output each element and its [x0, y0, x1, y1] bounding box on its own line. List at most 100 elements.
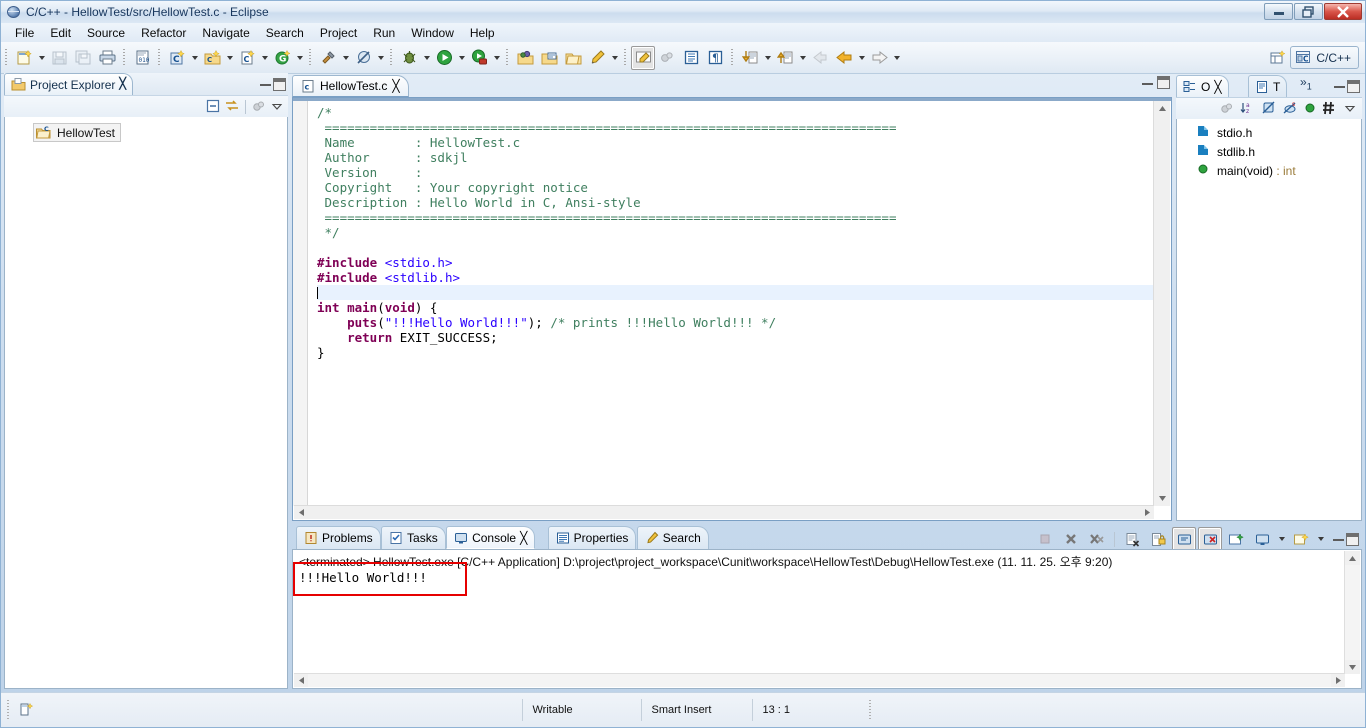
- new-c-folder-dropdown-icon[interactable]: [224, 47, 235, 69]
- show-whitespace-icon[interactable]: [679, 46, 703, 70]
- next-annotation-icon[interactable]: [738, 46, 762, 70]
- new-console-icon[interactable]: [1289, 527, 1313, 551]
- scroll-down-button[interactable]: [1154, 491, 1170, 506]
- external-tools-icon[interactable]: [467, 46, 491, 70]
- tab-hellowtest-c[interactable]: c HellowTest.c ╳: [292, 75, 409, 97]
- scroll-lock-icon[interactable]: [1146, 527, 1170, 551]
- scroll-left-button[interactable]: [294, 506, 308, 519]
- open-resource-icon[interactable]: [561, 46, 585, 70]
- next-annotation-dropdown-icon[interactable]: [762, 47, 773, 69]
- open-console-icon[interactable]: [1224, 527, 1248, 551]
- save-all-icon[interactable]: [71, 46, 95, 70]
- toolbar-grip[interactable]: [622, 47, 629, 69]
- hide-functions-icon[interactable]: [1303, 101, 1317, 118]
- view-menu-icon[interactable]: [251, 98, 267, 117]
- debug-dropdown-icon[interactable]: [421, 47, 432, 69]
- console-view-dropdown-icon[interactable]: [1276, 528, 1287, 550]
- tab-outline[interactable]: O ╳: [1176, 75, 1229, 97]
- menu-file[interactable]: File: [7, 24, 42, 42]
- menu-project[interactable]: Project: [312, 24, 365, 42]
- console-body[interactable]: <terminated> HellowTest.exe [C/C++ Appli…: [292, 549, 1362, 689]
- collapse-all-icon[interactable]: [205, 98, 221, 117]
- save-icon[interactable]: [47, 46, 71, 70]
- menu-run[interactable]: Run: [365, 24, 403, 42]
- build-hammer-icon[interactable]: [316, 46, 340, 70]
- tab-project-explorer[interactable]: Project Explorer ╳: [4, 73, 133, 95]
- tab-problems[interactable]: Problems: [296, 526, 381, 549]
- clean-dropdown-icon[interactable]: [375, 47, 386, 69]
- minimize-icon[interactable]: [1142, 81, 1153, 85]
- outline-item[interactable]: stdio.h: [1177, 123, 1361, 142]
- close-icon[interactable]: ╳: [119, 79, 126, 90]
- menu-refactor[interactable]: Refactor: [133, 24, 194, 42]
- close-icon[interactable]: ╳: [392, 79, 399, 93]
- menu-edit[interactable]: Edit: [42, 24, 79, 42]
- terminate-icon[interactable]: [1033, 527, 1057, 551]
- outline-tree[interactable]: stdio.h stdlib.h main(void) : int: [1176, 119, 1362, 521]
- pin-console-icon[interactable]: [1172, 527, 1196, 551]
- tab-console[interactable]: Console ╳: [446, 526, 536, 549]
- debug-bug-icon[interactable]: [397, 46, 421, 70]
- link-with-editor-icon[interactable]: [224, 98, 240, 117]
- editor-folding-ruler[interactable]: [308, 101, 316, 506]
- editor-annotation-ruler[interactable]: [293, 101, 308, 506]
- toggle-block-icon[interactable]: [655, 46, 679, 70]
- open-declaration-icon[interactable]: [537, 46, 561, 70]
- remove-launch-icon[interactable]: [1059, 527, 1083, 551]
- highlight-marker-icon[interactable]: [631, 45, 655, 70]
- scroll-right-button[interactable]: [1331, 674, 1345, 687]
- new-c-folder-icon[interactable]: C: [200, 46, 224, 70]
- window-minimize-button[interactable]: [1264, 3, 1293, 20]
- display-selected-console-icon[interactable]: [1198, 527, 1222, 551]
- toolbar-grip[interactable]: [388, 47, 395, 69]
- window-close-button[interactable]: [1324, 3, 1362, 20]
- maximize-icon[interactable]: [273, 77, 286, 91]
- console-vertical-scrollbar[interactable]: [1344, 551, 1360, 674]
- previous-annotation-dropdown-icon[interactable]: [797, 47, 808, 69]
- minimize-icon[interactable]: [1334, 84, 1345, 88]
- tab-tasks[interactable]: Tasks: [381, 526, 446, 549]
- minimize-icon[interactable]: [1333, 537, 1344, 541]
- forward-arrow-icon[interactable]: [867, 46, 891, 70]
- external-tools-dropdown-icon[interactable]: [491, 47, 502, 69]
- new-class-dropdown-icon[interactable]: [294, 47, 305, 69]
- clean-icon[interactable]: [351, 46, 375, 70]
- toolbar-grip[interactable]: [504, 47, 511, 69]
- source-code-text[interactable]: /* =====================================…: [317, 101, 1153, 506]
- menu-help[interactable]: Help: [462, 24, 503, 42]
- hide-non-public-icon[interactable]: [1261, 100, 1277, 119]
- new-class-icon[interactable]: G: [270, 46, 294, 70]
- new-c-cpp-project-dropdown-icon[interactable]: [189, 47, 200, 69]
- last-edit-location-icon[interactable]: [808, 46, 832, 70]
- toolbar-grip[interactable]: [121, 47, 128, 69]
- hide-static-icon[interactable]: s: [1282, 100, 1298, 119]
- outline-item[interactable]: main(void) : int: [1177, 161, 1361, 180]
- close-icon[interactable]: ╳: [520, 531, 527, 545]
- console-horizontal-scrollbar[interactable]: [294, 673, 1345, 687]
- build-dropdown-icon[interactable]: [340, 47, 351, 69]
- menu-search[interactable]: Search: [258, 24, 312, 42]
- scroll-left-button[interactable]: [294, 674, 308, 687]
- editor-horizontal-scrollbar[interactable]: [294, 505, 1154, 519]
- pilcrow-icon[interactable]: ¶: [703, 46, 727, 70]
- scroll-up-button[interactable]: [1345, 551, 1360, 565]
- maximize-icon[interactable]: [1157, 76, 1170, 89]
- back-arrow-icon[interactable]: [832, 46, 856, 70]
- new-c-cpp-project-icon[interactable]: C: [165, 46, 189, 70]
- new-c-file-dropdown-icon[interactable]: [259, 47, 270, 69]
- view-dropdown-icon[interactable]: [1343, 101, 1357, 118]
- project-explorer-tree[interactable]: C HellowTest: [4, 117, 288, 689]
- menu-window[interactable]: Window: [403, 24, 462, 42]
- binary-file-icon[interactable]: 010: [130, 46, 154, 70]
- open-type-icon[interactable]: [513, 46, 537, 70]
- maximize-icon[interactable]: [1347, 79, 1360, 93]
- new-console-dropdown-icon[interactable]: [1315, 528, 1326, 550]
- run-play-icon[interactable]: [432, 46, 456, 70]
- minimize-icon[interactable]: [260, 82, 271, 86]
- menu-navigate[interactable]: Navigate: [194, 24, 257, 42]
- tree-item-project[interactable]: C HellowTest: [33, 123, 122, 142]
- tab-properties[interactable]: Properties: [547, 526, 637, 549]
- menu-source[interactable]: Source: [79, 24, 133, 42]
- tab-overflow-indicator[interactable]: »1: [1300, 75, 1312, 91]
- editor-vertical-scrollbar[interactable]: [1153, 101, 1170, 506]
